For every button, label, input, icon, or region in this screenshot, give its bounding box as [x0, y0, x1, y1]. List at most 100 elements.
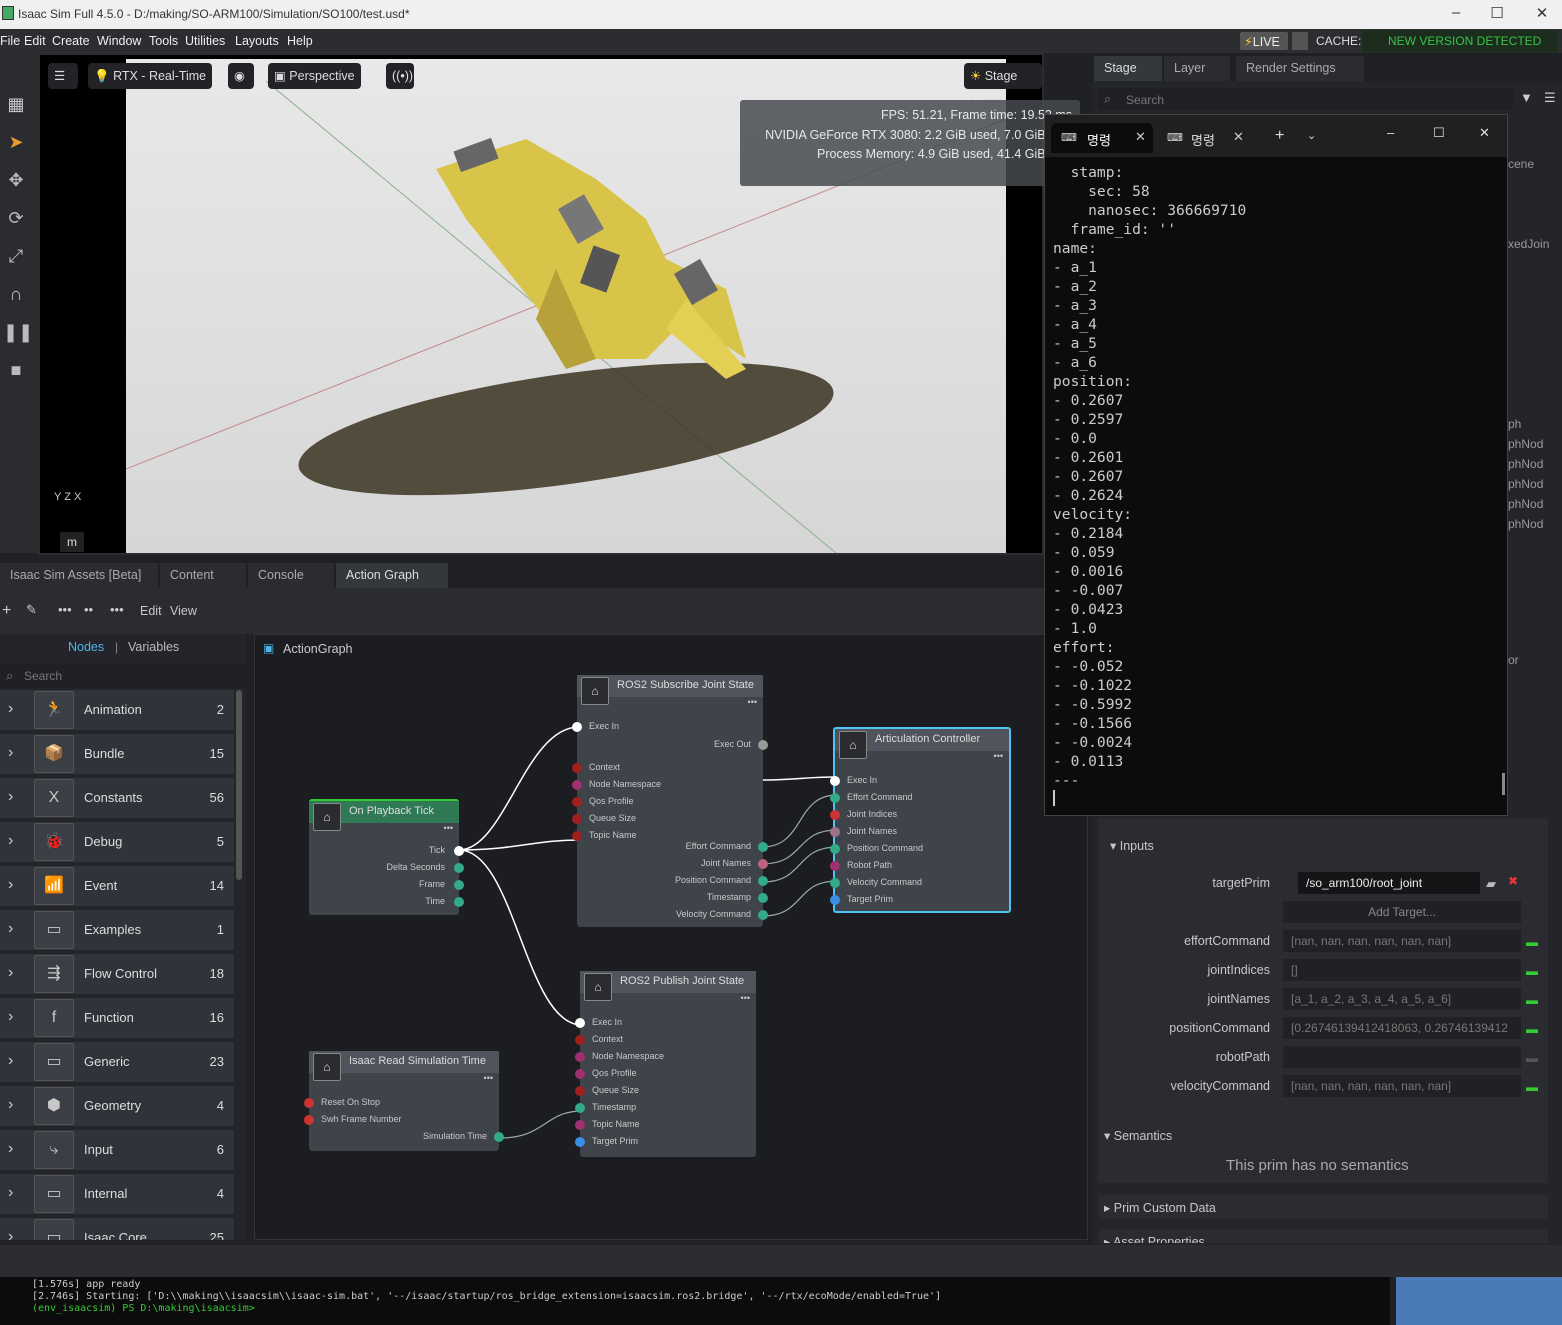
prop-value-joint-names[interactable]: [a_1, a_2, a_3, a_4, a_5, a_6] — [1283, 988, 1521, 1010]
terminal-window[interactable]: ⌨ 명령 ✕ ⌨ 명령 ✕ + ⌄ – ☐ ✕ stamp: sec: 58 n… — [1044, 114, 1508, 816]
graph-edit-menu[interactable]: Edit — [140, 604, 162, 618]
pin-port[interactable] — [830, 793, 840, 803]
stage-tree-item[interactable]: phNod — [1508, 457, 1543, 471]
prop-value-target-prim[interactable]: /so_arm100/root_joint — [1298, 872, 1480, 894]
chevron-right-icon[interactable]: › — [8, 788, 13, 806]
prop-state-icon[interactable]: ▬ — [1526, 1051, 1538, 1065]
stage-tree-item[interactable]: xedJoin — [1508, 237, 1549, 251]
pin-port[interactable] — [454, 880, 464, 890]
nodes-search-input[interactable]: ⌕ Search — [0, 664, 246, 688]
chevron-right-icon[interactable]: › — [8, 1140, 13, 1158]
pin-port[interactable] — [572, 831, 582, 841]
pin-port[interactable] — [572, 797, 582, 807]
node-more-icon[interactable]: ••• — [484, 1073, 493, 1083]
stage-tree-item[interactable]: ph — [1508, 417, 1521, 431]
term-close-icon[interactable]: ✕ — [1479, 125, 1490, 141]
layers-icon[interactable]: ▦ — [3, 91, 29, 117]
stage-tree-item[interactable]: phNod — [1508, 497, 1543, 511]
pin-port[interactable] — [830, 895, 840, 905]
pin-port[interactable] — [575, 1052, 585, 1062]
pin-port[interactable] — [304, 1115, 314, 1125]
close-tab-icon-2[interactable]: ✕ — [1233, 129, 1244, 145]
category-input[interactable]: › ⤷ Input 6 — [0, 1130, 234, 1170]
node-more-icon[interactable]: ••• — [741, 993, 750, 1003]
measure-button[interactable]: m — [60, 532, 84, 552]
close-tab-icon[interactable]: ✕ — [1135, 129, 1146, 145]
prop-state-icon[interactable]: ▬ — [1526, 1080, 1538, 1094]
pin-port[interactable] — [575, 1086, 585, 1096]
rotate-icon[interactable]: ⟳ — [3, 205, 29, 231]
terminal-output[interactable]: stamp: sec: 58 nanosec: 366669710 frame_… — [1053, 163, 1503, 813]
pin-port[interactable] — [572, 763, 582, 773]
menu-layouts[interactable]: Layouts — [235, 34, 279, 48]
viewport[interactable]: ☰ 💡 RTX - Real-Time ◉ ▣ Perspective ((•)… — [38, 53, 1080, 555]
pin-port[interactable] — [758, 842, 768, 852]
live-dropdown-icon[interactable] — [1292, 32, 1308, 50]
category-examples[interactable]: › ▭ Examples 1 — [0, 910, 234, 950]
prop-state-icon[interactable]: ▬ — [1526, 935, 1538, 949]
terminal-tab-1[interactable]: ⌨ 명령 ✕ — [1051, 123, 1153, 153]
terminal-tab-2[interactable]: ⌨ 명령 ✕ — [1157, 123, 1257, 153]
tab-console[interactable]: Console — [248, 563, 334, 588]
category-geometry[interactable]: › ⬢ Geometry 4 — [0, 1086, 234, 1126]
more-icon[interactable]: ••• — [58, 602, 72, 617]
pin-port[interactable] — [454, 863, 464, 873]
prop-state-icon[interactable]: ▬ — [1526, 1022, 1538, 1036]
pin-port[interactable] — [830, 827, 840, 837]
category-animation[interactable]: › 🏃 Animation 2 — [0, 690, 234, 730]
prop-state-icon[interactable]: ▬ — [1526, 993, 1538, 1007]
asset-properties-section[interactable]: ▸ Asset Properties — [1098, 1229, 1548, 1243]
category-internal[interactable]: › ▭ Internal 4 — [0, 1174, 234, 1214]
prop-value-add-target[interactable]: Add Target... — [1283, 901, 1521, 923]
action-graph-canvas[interactable]: ▣ ActionGraph On Playback Tick ⌂ ••• Tick De… — [254, 634, 1088, 1240]
menu-tools[interactable]: Tools — [149, 34, 178, 48]
pin-port[interactable] — [575, 1137, 585, 1147]
node-articulation-controller[interactable]: Articulation Controller ⌂ ••• Exec In Effort… — [830, 727, 1011, 913]
category-generic[interactable]: › ▭ Generic 23 — [0, 1042, 234, 1082]
chevron-down-icon[interactable]: ⌄ — [1307, 129, 1316, 142]
chevron-right-icon[interactable]: › — [8, 1096, 13, 1114]
chevron-right-icon[interactable]: › — [8, 1228, 13, 1240]
tab-render-settings[interactable]: Render Settings — [1236, 56, 1364, 81]
chevron-right-icon[interactable]: › — [8, 876, 13, 894]
prim-custom-data-section[interactable]: ▸ Prim Custom Data — [1098, 1195, 1548, 1219]
tab-layer[interactable]: Layer — [1164, 56, 1230, 81]
node-more-icon[interactable]: ••• — [444, 823, 453, 833]
pin-port[interactable] — [830, 844, 840, 854]
pin-port[interactable] — [575, 1069, 585, 1079]
select-icon[interactable]: ➤ — [3, 129, 29, 155]
pin-port[interactable] — [830, 776, 840, 786]
chevron-right-icon[interactable]: › — [8, 744, 13, 762]
pin-port[interactable] — [575, 1018, 585, 1028]
tab-action-graph[interactable]: Action Graph — [336, 563, 448, 588]
node-ros2-subscribe-joint-state[interactable]: ROS2 Subscribe Joint State ⌂ ••• Exec In Con… — [572, 675, 768, 927]
stage-search-input[interactable]: ⌕ Search — [1098, 88, 1513, 110]
add-icon[interactable]: + — [2, 602, 11, 620]
broadcast-icon[interactable]: ((•)) — [386, 63, 414, 89]
prop-value-position-command[interactable]: [0.26746139412418063, 0.26746139412 — [1283, 1017, 1521, 1039]
pin-port[interactable] — [572, 814, 582, 824]
menu-window[interactable]: Window — [97, 34, 141, 48]
chevron-right-icon[interactable]: › — [8, 1184, 13, 1202]
node-isaac-read-simulation-time[interactable]: Isaac Read Simulation Time ⌂ ••• Reset On S… — [304, 1051, 504, 1151]
menu-edit[interactable]: Edit — [24, 34, 46, 48]
tab-nodes[interactable]: Nodes — [68, 640, 104, 654]
minimize-icon[interactable]: – — [1446, 4, 1466, 21]
move-icon[interactable]: ✥ — [3, 167, 29, 193]
stage-tree-item[interactable]: cene — [1508, 157, 1534, 171]
pin-port[interactable] — [494, 1132, 504, 1142]
pin-port[interactable] — [575, 1120, 585, 1130]
menu-icon[interactable]: ☰ — [1544, 90, 1556, 106]
category-function[interactable]: › f Function 16 — [0, 998, 234, 1038]
pin-port[interactable] — [830, 810, 840, 820]
pin-port[interactable] — [758, 876, 768, 886]
category-flow-control[interactable]: › ⇶ Flow Control 18 — [0, 954, 234, 994]
filter-icon[interactable]: ▼ — [1520, 90, 1533, 105]
prop-state-icon[interactable]: ▬ — [1526, 964, 1538, 978]
live-button[interactable]: ⚡LIVE — [1240, 32, 1288, 50]
semantics-header[interactable]: ▾ Semantics — [1104, 1128, 1172, 1143]
chevron-right-icon[interactable]: › — [8, 1052, 13, 1070]
close-icon[interactable]: ✕ — [1532, 4, 1552, 22]
chevron-right-icon[interactable]: › — [8, 832, 13, 850]
pin-port[interactable] — [454, 897, 464, 907]
